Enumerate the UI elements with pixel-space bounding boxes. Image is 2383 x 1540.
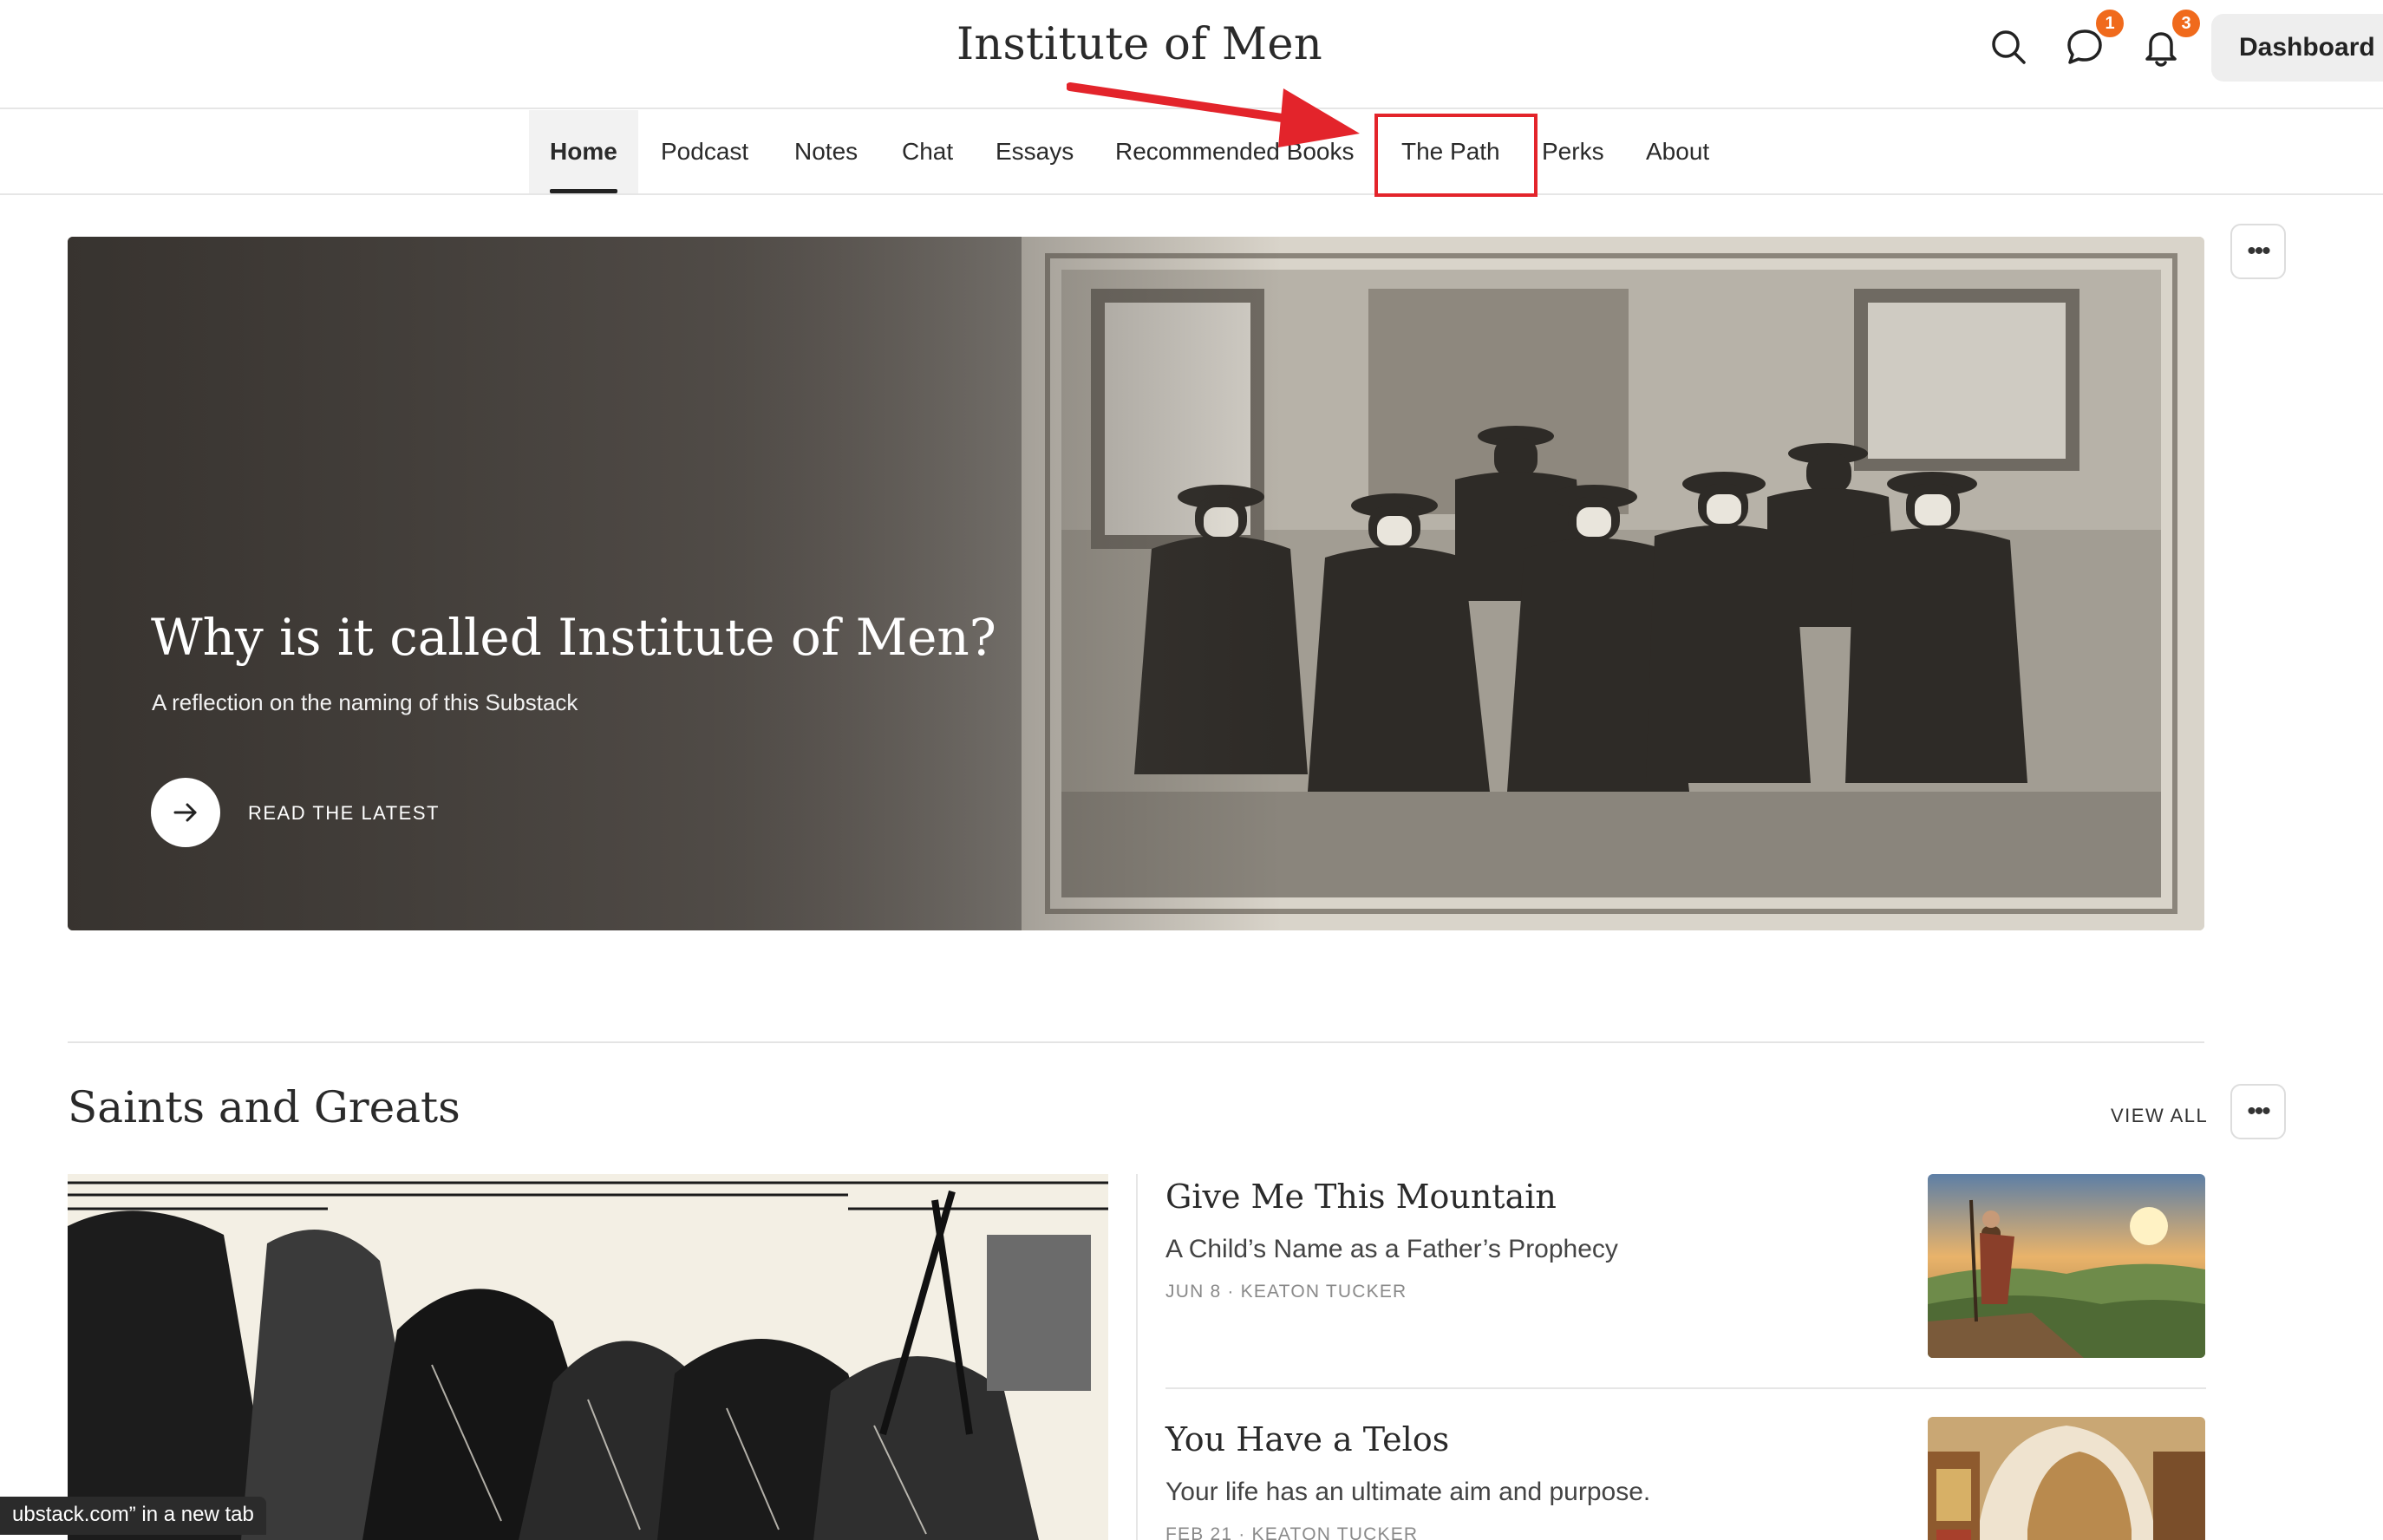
chat-button[interactable]: 1 — [2064, 7, 2126, 68]
nav-item-podcast[interactable]: Podcast — [661, 110, 748, 193]
featured-post-image[interactable] — [68, 1174, 1108, 1540]
chat-badge: 1 — [2093, 7, 2126, 40]
search-icon[interactable] — [1988, 26, 2029, 68]
nav-item-notes[interactable]: Notes — [794, 110, 858, 193]
post-separator — [1165, 1387, 2206, 1389]
hero-more-button[interactable]: ••• — [2230, 224, 2286, 279]
dashboard-button[interactable]: Dashboard — [2211, 14, 2383, 82]
read-latest-button[interactable] — [151, 778, 220, 847]
nav-item-about[interactable]: About — [1646, 110, 1709, 193]
notifications-badge: 3 — [2170, 7, 2203, 40]
arrow-right-icon — [173, 803, 197, 822]
view-all-link[interactable]: VIEW ALL — [2111, 1105, 2208, 1127]
nav-item-home[interactable]: Home — [529, 110, 638, 193]
post-thumbnail[interactable] — [1928, 1417, 2205, 1540]
hero-subtitle: A reflection on the naming of this Subst… — [152, 689, 578, 715]
nav-item-essays[interactable]: Essays — [996, 110, 1074, 193]
annotation-highlight-box — [1374, 114, 1538, 197]
hero-title[interactable]: Why is it called Institute of Men? — [151, 608, 996, 667]
column-divider — [1136, 1174, 1138, 1540]
nav-item-chat[interactable]: Chat — [902, 110, 953, 193]
browser-status-bar: ubstack.com” in a new tab — [0, 1497, 266, 1535]
notifications-button[interactable]: 3 — [2140, 7, 2203, 68]
more-icon: ••• — [2247, 237, 2270, 265]
hero-banner[interactable]: Why is it called Institute of Men? A ref… — [68, 237, 2204, 930]
site-title[interactable]: Institute of Men — [0, 19, 2279, 70]
more-icon: ••• — [2247, 1097, 2270, 1126]
read-latest-label[interactable]: READ THE LATEST — [248, 802, 440, 825]
hero-overlay — [68, 237, 1282, 930]
section-title[interactable]: Saints and Greats — [68, 1082, 460, 1132]
post-thumbnail[interactable] — [1928, 1174, 2205, 1358]
annotation-arrow-icon — [1067, 82, 1360, 147]
nav-item-perks[interactable]: Perks — [1542, 110, 1604, 193]
section-more-button[interactable]: ••• — [2230, 1084, 2286, 1139]
section-divider — [68, 1041, 2204, 1043]
